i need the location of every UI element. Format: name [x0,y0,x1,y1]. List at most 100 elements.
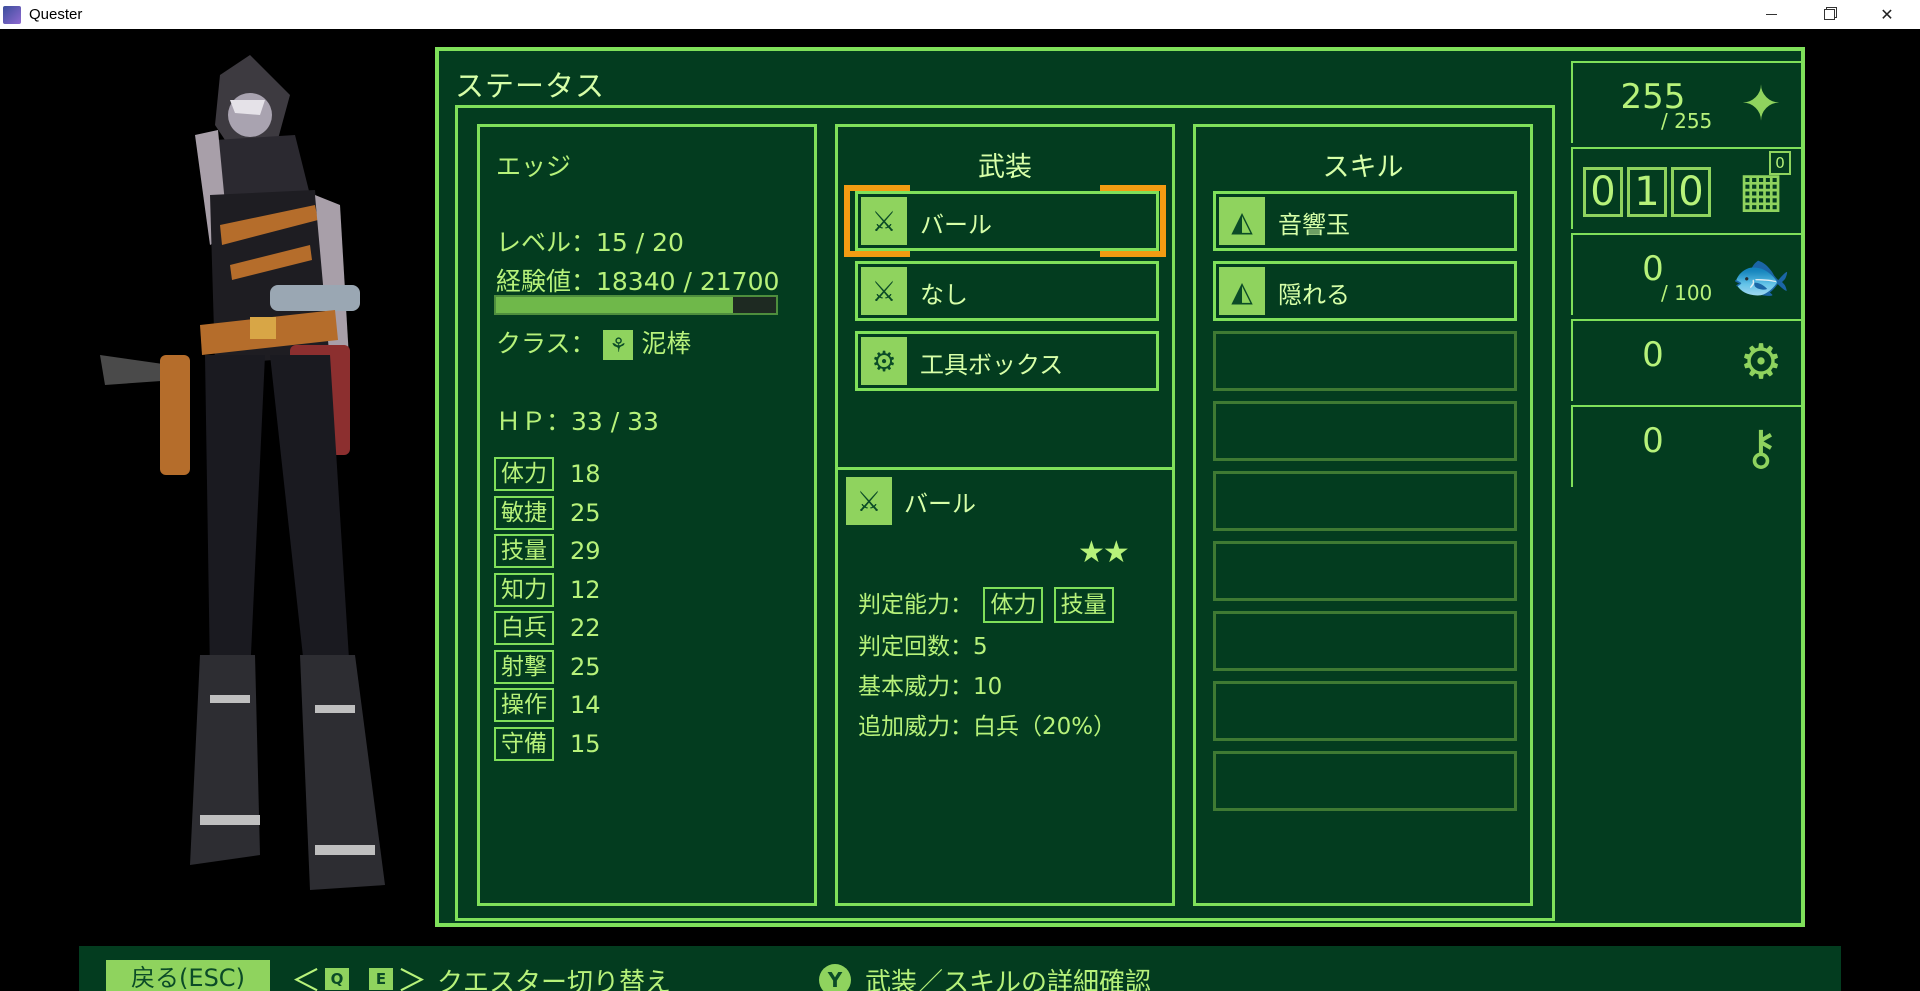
chevron-right-icon[interactable]: ＞ [397,956,427,991]
day-digit: 0 [1671,167,1711,217]
status-inner-frame: エッジ レベル：15 / 20 経験値：18340 / 21700 クラス： ⚘… [455,105,1555,921]
stat-value: 12 [570,575,601,604]
stat-value: 15 [570,729,601,758]
judge-count: 判定回数：5 [858,634,988,660]
equipment-slot-3[interactable]: ⚙ 工具ボックス [855,331,1159,391]
switch-quester-label: クエスター切り替え [437,968,672,991]
skill-slot-1[interactable]: ◭ 音響玉 [1213,191,1517,251]
skill-slot-6[interactable] [1213,541,1517,601]
window-titlebar: Quester ✕ [0,0,1920,29]
stat-label: 技量 [494,534,554,568]
judge-label: 判定能力： [858,592,973,618]
exp-text: 経験値：18340 / 21700 [496,267,780,296]
class-row: クラス： ⚘ 泥棒 [496,324,691,360]
calendar-badge: 0 [1769,151,1791,175]
sparkle-max: / 255 [1661,109,1713,133]
judge-tag-stamina: 体力 [983,587,1044,623]
skill-slot-5[interactable] [1213,471,1517,531]
base-power: 基本威力：10 [858,674,1003,700]
rarity-stars: ★★ [1078,535,1130,570]
hint-bar: 戻る(ESC) ＜ Q E ＞ クエスター切り替え Y 武装／スキルの詳細確認 [79,946,1841,991]
app-icon [3,5,21,24]
status-panel: ステータス エッジ レベル：15 / 20 経験値：18340 / 21700 … [435,47,1805,927]
skill-slot-7[interactable] [1213,611,1517,671]
skill-slot-2[interactable]: ◭ 隠れる [1213,261,1517,321]
stat-value: 14 [570,691,601,719]
counter-gears: 0 ⚙ [1571,319,1803,401]
skills-panel: スキル ◭ 音響玉 ◭ 隠れる [1193,124,1533,906]
character-name: エッジ [496,152,572,181]
exp-bar [494,295,778,315]
skill-slot-9[interactable] [1213,751,1517,811]
equipment-header: 武装 [978,152,1032,183]
gears-value: 0 [1642,335,1664,375]
equipment-panel: 武装 ⚔ バール ⚔ なし ⚙ 工具ボックス ⚔ バール ★★ 判定能力： 体力… [835,124,1175,906]
equipment-slot-label: 工具ボックス [920,351,1064,379]
skill-slot-4[interactable] [1213,401,1517,461]
stat-label: 敏捷 [494,495,554,530]
detail-confirm-label: 武装／スキルの詳細確認 [865,968,1152,991]
skill-slot-label: 隠れる [1278,281,1350,309]
back-button[interactable]: 戻る(ESC) [106,960,270,991]
panel-title: ステータス [455,69,606,103]
equipment-divider [838,467,1172,470]
judge-row: 判定能力： 体力 技量 [858,585,1114,623]
thief-class-icon: ⚘ [603,330,634,360]
stat-label: 知力 [494,572,554,607]
toolbox-icon: ⚙ [861,337,907,385]
day-digit: 1 [1627,167,1667,217]
hp-text: ＨＰ：33 / 33 [496,407,659,436]
selection-corner-br [1100,225,1166,257]
stat-label: 白兵 [494,611,554,645]
class-label: クラス： [496,329,596,358]
level-text: レベル：15 / 20 [496,228,684,257]
skill-slot-8[interactable] [1213,681,1517,741]
character-info-panel: エッジ レベル：15 / 20 経験値：18340 / 21700 クラス： ⚘… [477,124,817,906]
skill-triangle-icon: ◭ [1219,267,1265,315]
detail-name: バール [904,490,976,518]
chevron-left-icon[interactable]: ＜ [291,956,321,991]
close-button[interactable]: ✕ [1858,0,1916,29]
maximize-button[interactable] [1800,0,1858,29]
minimize-button[interactable] [1742,0,1800,29]
selection-corner-bl [844,225,910,257]
extra-power: 追加威力：白兵（20%） [858,714,1117,740]
equipment-slot-label: なし [920,281,968,309]
stat-label: 操作 [494,688,554,722]
counter-sparkle: 255 / 255 ✦ [1571,61,1803,143]
stat-label: 体力 [494,457,554,491]
y-button-icon: Y [819,964,851,991]
stat-value: 25 [570,652,601,681]
stat-value: 22 [570,614,601,642]
skill-triangle-icon: ◭ [1219,197,1265,245]
class-name: 泥棒 [641,329,692,358]
food-max: / 100 [1661,281,1713,305]
key-icon: ⚷ [1743,420,1779,476]
food-fish-icon: 🐟 [1731,248,1791,305]
skill-slot-label: 音響玉 [1278,211,1350,239]
crossed-blades-icon: ⚔ [846,477,892,525]
skills-header: スキル [1322,152,1404,183]
e-key-icon: E [369,968,393,990]
gears-icon: ⚙ [1739,334,1783,390]
skill-slot-3[interactable] [1213,331,1517,391]
stat-label: 射撃 [494,649,554,684]
counter-food: 0 / 100 🐟 [1571,233,1803,315]
counter-calendar: 0 1 0 ▦ 0 [1571,147,1803,229]
character-portrait [100,55,385,890]
stat-value: 18 [570,460,601,488]
stat-value: 29 [570,537,601,565]
stat-label: 守備 [494,726,554,761]
crossed-blades-icon: ⚔ [861,267,907,315]
equipment-slot-label: バール [920,211,992,239]
equipment-slot-2[interactable]: ⚔ なし [855,261,1159,321]
q-key-icon: Q [325,968,349,990]
counter-keys: 0 ⚷ [1571,405,1803,487]
day-digit: 0 [1583,167,1623,217]
sparkle-card-icon: ✦ [1740,76,1782,132]
window-title: Quester [29,6,83,23]
judge-tag-skill: 技量 [1053,587,1114,623]
exp-bar-fill [496,297,733,313]
keys-value: 0 [1642,421,1664,461]
stat-value: 25 [570,498,601,527]
